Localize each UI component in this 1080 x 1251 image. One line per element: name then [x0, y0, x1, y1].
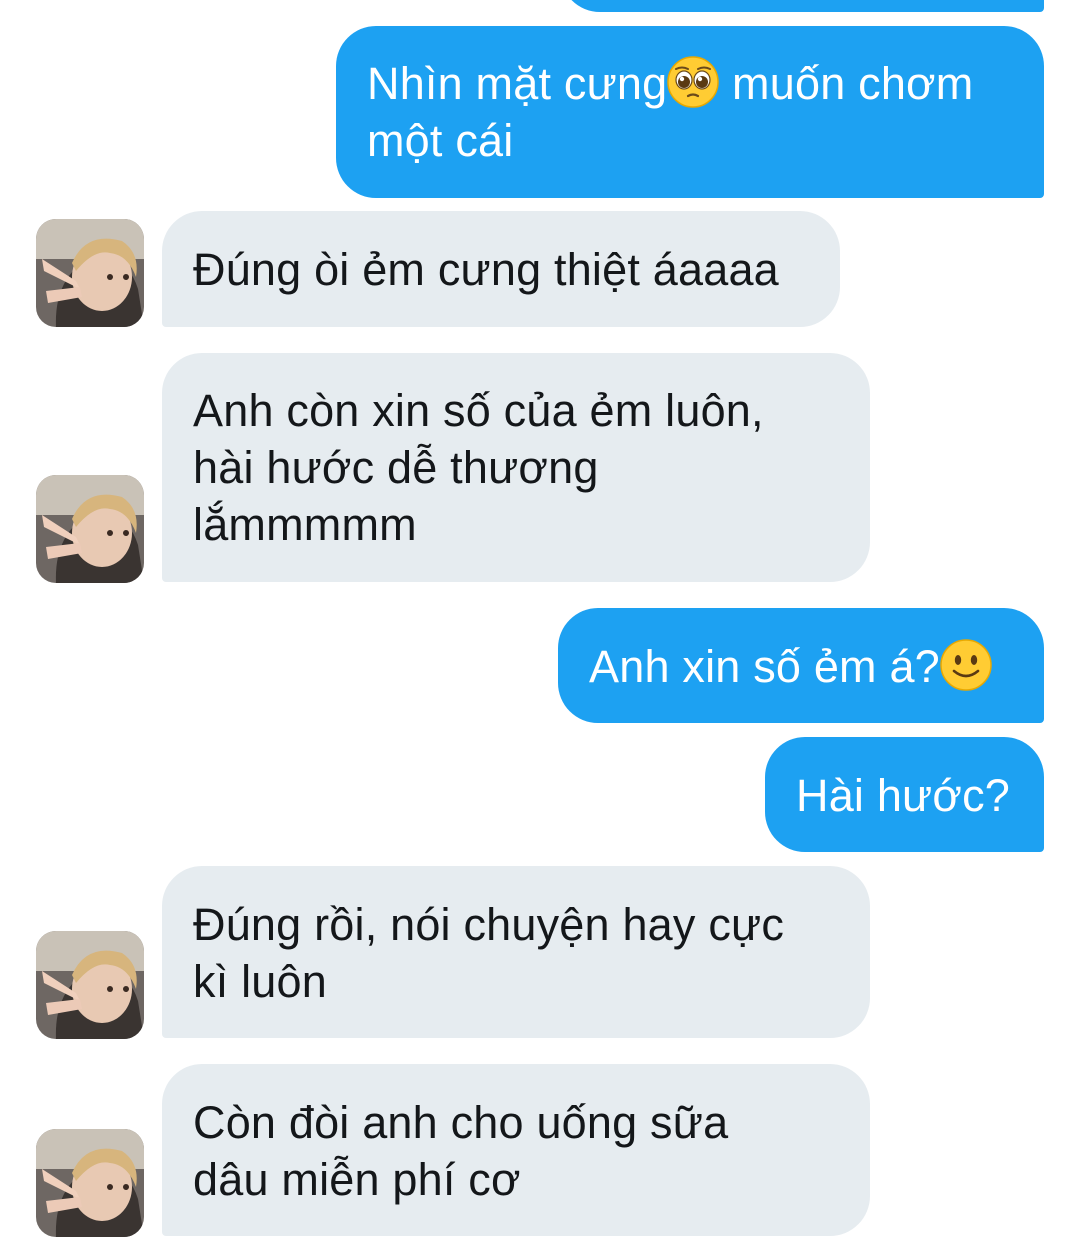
message-bubble-sent[interactable]: Nhìn mặt cưng muốn chơm một cái — [336, 26, 1044, 198]
avatar[interactable] — [36, 931, 144, 1039]
avatar-photo — [36, 475, 144, 583]
message-text: Nhìn mặt cưng muốn chơm một cái — [367, 56, 974, 166]
message-text: Đúng rồi, nói chuyện hay cực kì luôn — [193, 899, 785, 1007]
avatar-photo — [36, 1129, 144, 1237]
avatar[interactable] — [36, 219, 144, 327]
avatar[interactable] — [36, 475, 144, 583]
slightly-smiling-face-icon — [940, 639, 992, 691]
message-text: Còn đòi anh cho uống sữa dâu miễn phí cơ — [193, 1097, 729, 1205]
message-bubble-sent-clipped — [560, 0, 1044, 12]
message-bubble-sent[interactable]: Anh xin số ẻm á? — [558, 608, 1044, 723]
avatar-photo — [36, 219, 144, 327]
message-text: Anh xin số ẻm á? — [589, 638, 1018, 695]
message-bubble-received[interactable]: Đúng òi ẻm cưng thiệt áaaaa — [162, 211, 840, 327]
pleading-face-icon — [667, 56, 720, 108]
message-text: Anh còn xin số của ẻm luôn, hài hước dễ … — [193, 385, 764, 550]
message-text: Hài hước? — [796, 770, 1011, 821]
message-bubble-sent[interactable]: Hài hước? — [765, 737, 1044, 852]
message-bubble-received[interactable]: Đúng rồi, nói chuyện hay cực kì luôn — [162, 866, 870, 1038]
message-bubble-received[interactable]: Còn đòi anh cho uống sữa dâu miễn phí cơ — [162, 1064, 870, 1236]
message-bubble-received[interactable]: Anh còn xin số của ẻm luôn, hài hước dễ … — [162, 353, 870, 582]
avatar-photo — [36, 931, 144, 1039]
avatar[interactable] — [36, 1129, 144, 1237]
message-text: Đúng òi ẻm cưng thiệt áaaaa — [193, 244, 779, 295]
